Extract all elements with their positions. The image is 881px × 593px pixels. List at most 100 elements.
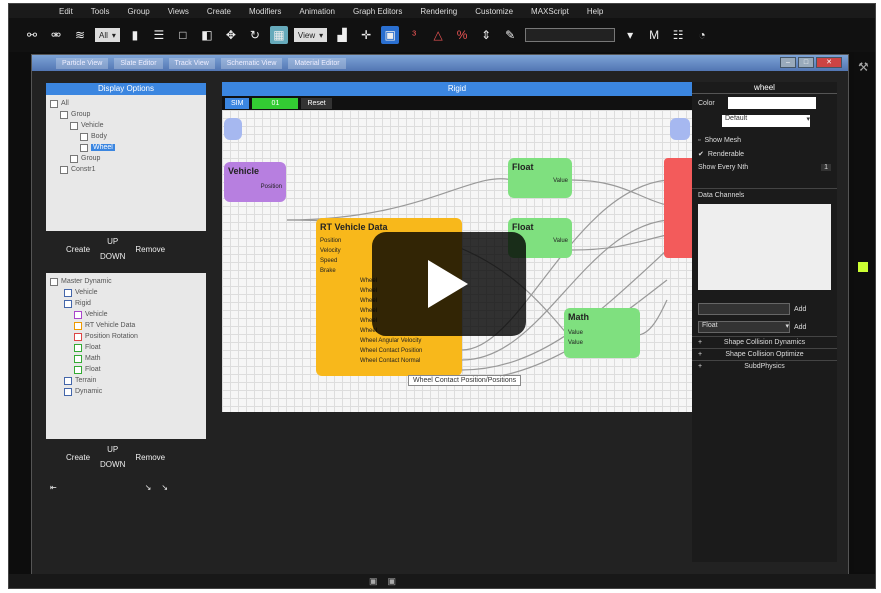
tree-item[interactable]: Float — [50, 364, 206, 375]
tree-item[interactable]: Constr1 — [50, 164, 206, 175]
link-icon[interactable]: ⚯ — [23, 26, 41, 44]
window-tab[interactable]: Slate Editor — [114, 57, 163, 69]
select-by-name-icon[interactable]: ☰ — [150, 26, 168, 44]
step-button[interactable]: 01 — [252, 97, 299, 109]
checkbox-icon[interactable]: ▫ — [698, 137, 700, 144]
menu-maxscript[interactable]: MAXScript — [531, 7, 569, 16]
rollout-indicator[interactable] — [858, 262, 868, 272]
window-tab[interactable]: Material Editor — [288, 57, 346, 69]
up-button[interactable]: UP — [100, 237, 125, 246]
align-icon[interactable]: M — [645, 26, 663, 44]
edit-named-sets-icon[interactable]: ✎ — [501, 26, 519, 44]
menu-customize[interactable]: Customize — [475, 7, 513, 16]
tree-item[interactable]: Group — [50, 109, 206, 120]
rotate-icon[interactable]: ↻ — [246, 26, 264, 44]
keyboard-shortcut-icon[interactable]: ▣ — [381, 26, 400, 44]
tree-item[interactable]: Vehicle — [50, 120, 206, 131]
output-node[interactable] — [664, 158, 692, 258]
close-icon[interactable]: ✕ — [816, 57, 842, 68]
menu-group[interactable]: Group — [127, 7, 149, 16]
window-tab[interactable]: Schematic View — [220, 57, 283, 69]
data-channels-list[interactable] — [698, 204, 831, 290]
menu-create[interactable]: Create — [207, 7, 231, 16]
stub-node-left[interactable] — [224, 118, 242, 140]
window-tab[interactable]: Particle View — [56, 57, 109, 69]
tree-item[interactable]: Vehicle — [50, 309, 206, 320]
spinner-snap-icon[interactable]: ⇕ — [477, 26, 495, 44]
color-swatch[interactable] — [728, 97, 816, 109]
move-icon[interactable]: ✥ — [222, 26, 240, 44]
tree-item[interactable]: Body — [50, 131, 206, 142]
node-port[interactable]: Value — [512, 176, 568, 186]
reference-coord-dropdown[interactable]: View ▾ — [293, 28, 328, 42]
window-crossing-icon[interactable]: ◧ — [198, 26, 216, 44]
sim-button[interactable]: SIM — [225, 97, 250, 109]
tree-item[interactable]: Math — [50, 353, 206, 364]
renderable-row[interactable]: ✔ Renderable — [692, 147, 837, 161]
video-play-button[interactable] — [372, 232, 526, 336]
menu-graph-editors[interactable]: Graph Editors — [353, 7, 402, 16]
tree-item[interactable]: Group — [50, 153, 206, 164]
add-button[interactable]: Add — [794, 324, 806, 331]
snap-icon[interactable]: ³ — [405, 26, 423, 44]
menu-rendering[interactable]: Rendering — [420, 7, 457, 16]
remove-button[interactable]: Remove — [135, 245, 165, 254]
mirror-icon[interactable]: ▾ — [621, 26, 639, 44]
section-shape-collision-dynamics[interactable]: + Shape Collision Dynamics — [692, 336, 837, 348]
node-port[interactable]: Wheel Contact Normal — [320, 356, 458, 366]
reset-button[interactable]: Reset — [301, 97, 332, 109]
math-node[interactable]: Math Value Value — [564, 308, 640, 358]
maximize-icon[interactable]: □ — [798, 57, 814, 68]
tree-item[interactable]: Vehicle — [50, 287, 206, 298]
create-button[interactable]: Create — [66, 453, 90, 462]
node-port[interactable]: Value — [568, 328, 636, 338]
down-button[interactable]: DOWN — [100, 460, 125, 469]
channel-name-input[interactable] — [698, 303, 790, 315]
selection-filter-dropdown[interactable]: All ▾ — [95, 28, 120, 42]
hammer-icon[interactable]: ⚒ — [854, 52, 874, 82]
preset-dropdown[interactable]: Default ▾ — [722, 115, 810, 127]
expand-icon[interactable]: ↘ — [145, 483, 152, 492]
tree-item-selected[interactable]: Wheel — [50, 142, 206, 153]
tree-item[interactable]: RT Vehicle Data — [50, 320, 206, 331]
show-mesh-row[interactable]: ▫ Show Mesh — [692, 134, 837, 147]
tree-item[interactable]: All — [50, 98, 206, 109]
tree-item[interactable]: Master Dynamic — [50, 276, 206, 287]
menu-views[interactable]: Views — [168, 7, 189, 16]
tree-item[interactable]: Position Rotation — [50, 331, 206, 342]
remove-button[interactable]: Remove — [135, 453, 165, 462]
tree-item[interactable]: Terrain — [50, 375, 206, 386]
menu-modifiers[interactable]: Modifiers — [249, 7, 281, 16]
bind-icon[interactable]: ≋ — [71, 26, 89, 44]
check-icon[interactable]: ✔ — [698, 150, 704, 158]
tree-item[interactable]: Dynamic — [50, 386, 206, 397]
node-port[interactable]: Wheel Angular Velocity — [320, 336, 458, 346]
select-icon[interactable]: ▮ — [126, 26, 144, 44]
node-port[interactable]: Wheel Contact Position — [320, 346, 458, 356]
section-subdphysics[interactable]: + SubdPhysics — [692, 360, 837, 372]
layer-icon[interactable]: ☷ — [669, 26, 687, 44]
window-tab[interactable]: Track View — [168, 57, 215, 69]
select-manipulate-icon[interactable]: ✛ — [357, 26, 375, 44]
menu-edit[interactable]: Edit — [59, 7, 73, 16]
vehicle-node[interactable]: Vehicle Position — [224, 162, 286, 202]
unlink-icon[interactable]: ⚮ — [47, 26, 65, 44]
collapse-icon[interactable]: ⇤ — [50, 483, 57, 492]
menu-animation[interactable]: Animation — [299, 7, 335, 16]
named-selection-sets[interactable] — [525, 28, 616, 42]
create-button[interactable]: Create — [66, 245, 90, 254]
tree-item[interactable]: Float — [50, 342, 206, 353]
tree-item[interactable]: Rigid — [50, 298, 206, 309]
minimize-icon[interactable]: – — [780, 57, 796, 68]
rect-select-icon[interactable]: □ — [174, 26, 192, 44]
percent-snap-icon[interactable]: % — [453, 26, 471, 44]
channel-type-dropdown[interactable]: Float ▾ — [698, 321, 790, 333]
float-node[interactable]: Float Value — [508, 158, 572, 198]
pivot-icon[interactable]: ▟ — [333, 26, 351, 44]
section-shape-collision-optimize[interactable]: + Shape Collision Optimize — [692, 348, 837, 360]
menu-tools[interactable]: Tools — [91, 7, 110, 16]
up-button[interactable]: UP — [100, 445, 125, 454]
stub-node-right[interactable] — [670, 118, 690, 140]
menu-help[interactable]: Help — [587, 7, 603, 16]
angle-snap-icon[interactable]: △ — [429, 26, 447, 44]
